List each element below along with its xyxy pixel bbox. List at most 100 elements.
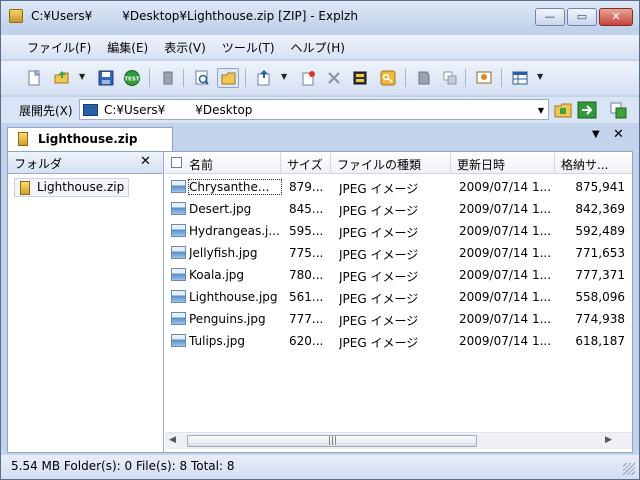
- toolbar-separator: [183, 69, 184, 87]
- tab-close-icon[interactable]: ✕: [613, 127, 624, 142]
- file-size-cell: 879...: [289, 180, 324, 194]
- table-row[interactable]: Lighthouse.jpg 561... JPEG イメージ 2009/07/14 …: [165, 286, 632, 308]
- maximize-button[interactable]: ▭: [567, 8, 597, 26]
- file-list: 名前 サイズ ファイルの種類 更新日時 格納サ... Chrysanthe...…: [165, 152, 632, 452]
- file-stored-size-cell: 618,187: [575, 334, 625, 348]
- toolbar-separator: [465, 69, 466, 87]
- file-date-cell: 2009/07/14 1...: [459, 180, 552, 194]
- new-archive-icon[interactable]: [23, 68, 45, 88]
- scroll-left-icon[interactable]: ◀: [169, 435, 176, 445]
- open-icon[interactable]: [51, 68, 73, 88]
- menu-edit[interactable]: 編集(E): [99, 35, 156, 59]
- file-type-cell: JPEG イメージ: [339, 204, 419, 218]
- desktop-icon: [83, 104, 98, 116]
- open-explorer-icon[interactable]: [609, 100, 629, 120]
- destination-bar: 展開先(X) C:¥Users¥ ¥Desktop ▼: [1, 97, 639, 123]
- status-text: 5.54 MB Folder(s): 0 File(s): 8 Total: 8: [11, 459, 235, 473]
- file-stored-size-cell: 777,371: [575, 268, 625, 282]
- add-files-icon[interactable]: [297, 68, 319, 88]
- file-name-cell[interactable]: Tulips.jpg: [189, 334, 281, 348]
- file-stored-size-cell: 558,096: [575, 290, 625, 304]
- menu-help[interactable]: ヘルプ(H): [283, 35, 353, 59]
- zip-file-icon: [18, 132, 28, 146]
- file-type-cell: JPEG イメージ: [339, 270, 419, 284]
- tab-label: Lighthouse.zip: [38, 132, 138, 146]
- file-name-cell[interactable]: Hydrangeas.j...: [189, 224, 281, 238]
- destination-path-combo[interactable]: C:¥Users¥ ¥Desktop ▼: [79, 99, 549, 120]
- status-bar: 5.54 MB Folder(s): 0 File(s): 8 Total: 8: [1, 455, 639, 479]
- table-row[interactable]: Penguins.jpg 777... JPEG イメージ 2009/07/14 1.…: [165, 308, 632, 330]
- minimize-button[interactable]: —: [535, 8, 565, 26]
- select-all-checkbox[interactable]: [171, 157, 182, 168]
- copy-icon[interactable]: [439, 68, 461, 88]
- layout-dropdown-icon[interactable]: ▼: [537, 73, 545, 81]
- test-icon[interactable]: TEST: [121, 68, 143, 88]
- browse-folder-icon[interactable]: [553, 100, 573, 120]
- column-date[interactable]: 更新日時: [451, 152, 555, 174]
- file-size-cell: 777...: [289, 312, 324, 326]
- table-row[interactable]: Chrysanthe... 879... JPEG イメージ 2009/07/14 1…: [165, 176, 632, 198]
- file-type-cell: JPEG イメージ: [339, 292, 419, 306]
- toolbar-separator: [405, 69, 406, 87]
- menu-file[interactable]: ファイル(F): [19, 35, 99, 59]
- extract-icon[interactable]: [157, 68, 179, 88]
- close-button[interactable]: ✕: [599, 8, 633, 26]
- table-row[interactable]: Koala.jpg 780... JPEG イメージ 2009/07/14 1... 7…: [165, 264, 632, 286]
- column-size[interactable]: サイズ: [281, 152, 331, 174]
- file-name-cell[interactable]: Lighthouse.jpg: [189, 290, 281, 304]
- folder-pane-close-icon[interactable]: ✕: [140, 154, 151, 169]
- delete-icon[interactable]: [323, 68, 345, 88]
- column-type[interactable]: ファイルの種類: [331, 152, 451, 174]
- destination-path[interactable]: C:¥Users¥ ¥Desktop: [104, 103, 252, 117]
- scroll-right-icon[interactable]: ▶: [605, 435, 612, 445]
- file-size-cell: 620...: [289, 334, 324, 348]
- table-row[interactable]: Desert.jpg 845... JPEG イメージ 2009/07/14 1...…: [165, 198, 632, 220]
- jpeg-file-icon: [171, 268, 186, 281]
- add-dropdown-icon[interactable]: ▼: [281, 73, 289, 81]
- layout-icon[interactable]: [509, 68, 531, 88]
- file-name-cell[interactable]: Koala.jpg: [189, 268, 281, 282]
- key-icon[interactable]: [377, 68, 399, 88]
- file-size-cell: 561...: [289, 290, 324, 304]
- table-row[interactable]: Tulips.jpg 620... JPEG イメージ 2009/07/14 1...…: [165, 330, 632, 352]
- file-stored-size-cell: 771,653: [575, 246, 625, 260]
- add-icon[interactable]: [253, 68, 275, 88]
- column-stored-size[interactable]: 格納サ...: [555, 152, 632, 174]
- folder-pane-header: フォルダ ✕: [8, 152, 163, 174]
- chevron-down-icon[interactable]: ▼: [538, 106, 544, 115]
- file-stored-size-cell: 842,369: [575, 202, 625, 216]
- file-date-cell: 2009/07/14 1...: [459, 290, 552, 304]
- app-window: C:¥Users¥ ¥Desktop¥Lighthouse.zip [ZIP] …: [0, 0, 640, 480]
- file-name-cell[interactable]: Chrysanthe...: [188, 179, 282, 195]
- file-name-cell[interactable]: Desert.jpg: [189, 202, 281, 216]
- open-dropdown-icon[interactable]: ▼: [79, 73, 87, 81]
- file-type-cell: JPEG イメージ: [339, 314, 419, 328]
- horizontal-scrollbar[interactable]: ◀ ||| ▶: [165, 432, 632, 449]
- window-title: C:¥Users¥ ¥Desktop¥Lighthouse.zip [ZIP] …: [31, 9, 358, 23]
- file-stored-size-cell: 875,941: [575, 180, 625, 194]
- folder-pane: フォルダ ✕ Lighthouse.zip: [8, 152, 164, 452]
- file-date-cell: 2009/07/14 1...: [459, 224, 552, 238]
- comment-icon[interactable]: [473, 68, 495, 88]
- folder-tree-item[interactable]: Lighthouse.zip: [14, 178, 130, 197]
- table-row[interactable]: Hydrangeas.j... 595... JPEG イメージ 2009/07/14…: [165, 220, 632, 242]
- save-icon[interactable]: [95, 68, 117, 88]
- properties-icon[interactable]: [349, 68, 371, 88]
- folder-view-icon[interactable]: [217, 68, 239, 88]
- table-row[interactable]: Jellyfish.jpg 775... JPEG イメージ 2009/07/14 1…: [165, 242, 632, 264]
- file-name-cell[interactable]: Penguins.jpg: [189, 312, 281, 326]
- jpeg-file-icon: [171, 290, 186, 303]
- file-date-cell: 2009/07/14 1...: [459, 312, 552, 326]
- resize-grip-icon[interactable]: [623, 463, 635, 475]
- menu-tools[interactable]: ツール(T): [214, 35, 283, 59]
- scroll-thumb[interactable]: |||: [187, 435, 477, 447]
- view-icon[interactable]: [191, 68, 213, 88]
- menu-view[interactable]: 表示(V): [156, 35, 214, 59]
- tab-lighthouse-zip[interactable]: Lighthouse.zip: [7, 127, 173, 151]
- column-name[interactable]: 名前: [165, 152, 281, 174]
- edit-icon[interactable]: [413, 68, 435, 88]
- extract-go-icon[interactable]: [577, 100, 597, 120]
- tab-menu-icon[interactable]: ▼: [592, 129, 600, 140]
- file-name-cell[interactable]: Jellyfish.jpg: [189, 246, 281, 260]
- file-type-cell: JPEG イメージ: [339, 336, 419, 350]
